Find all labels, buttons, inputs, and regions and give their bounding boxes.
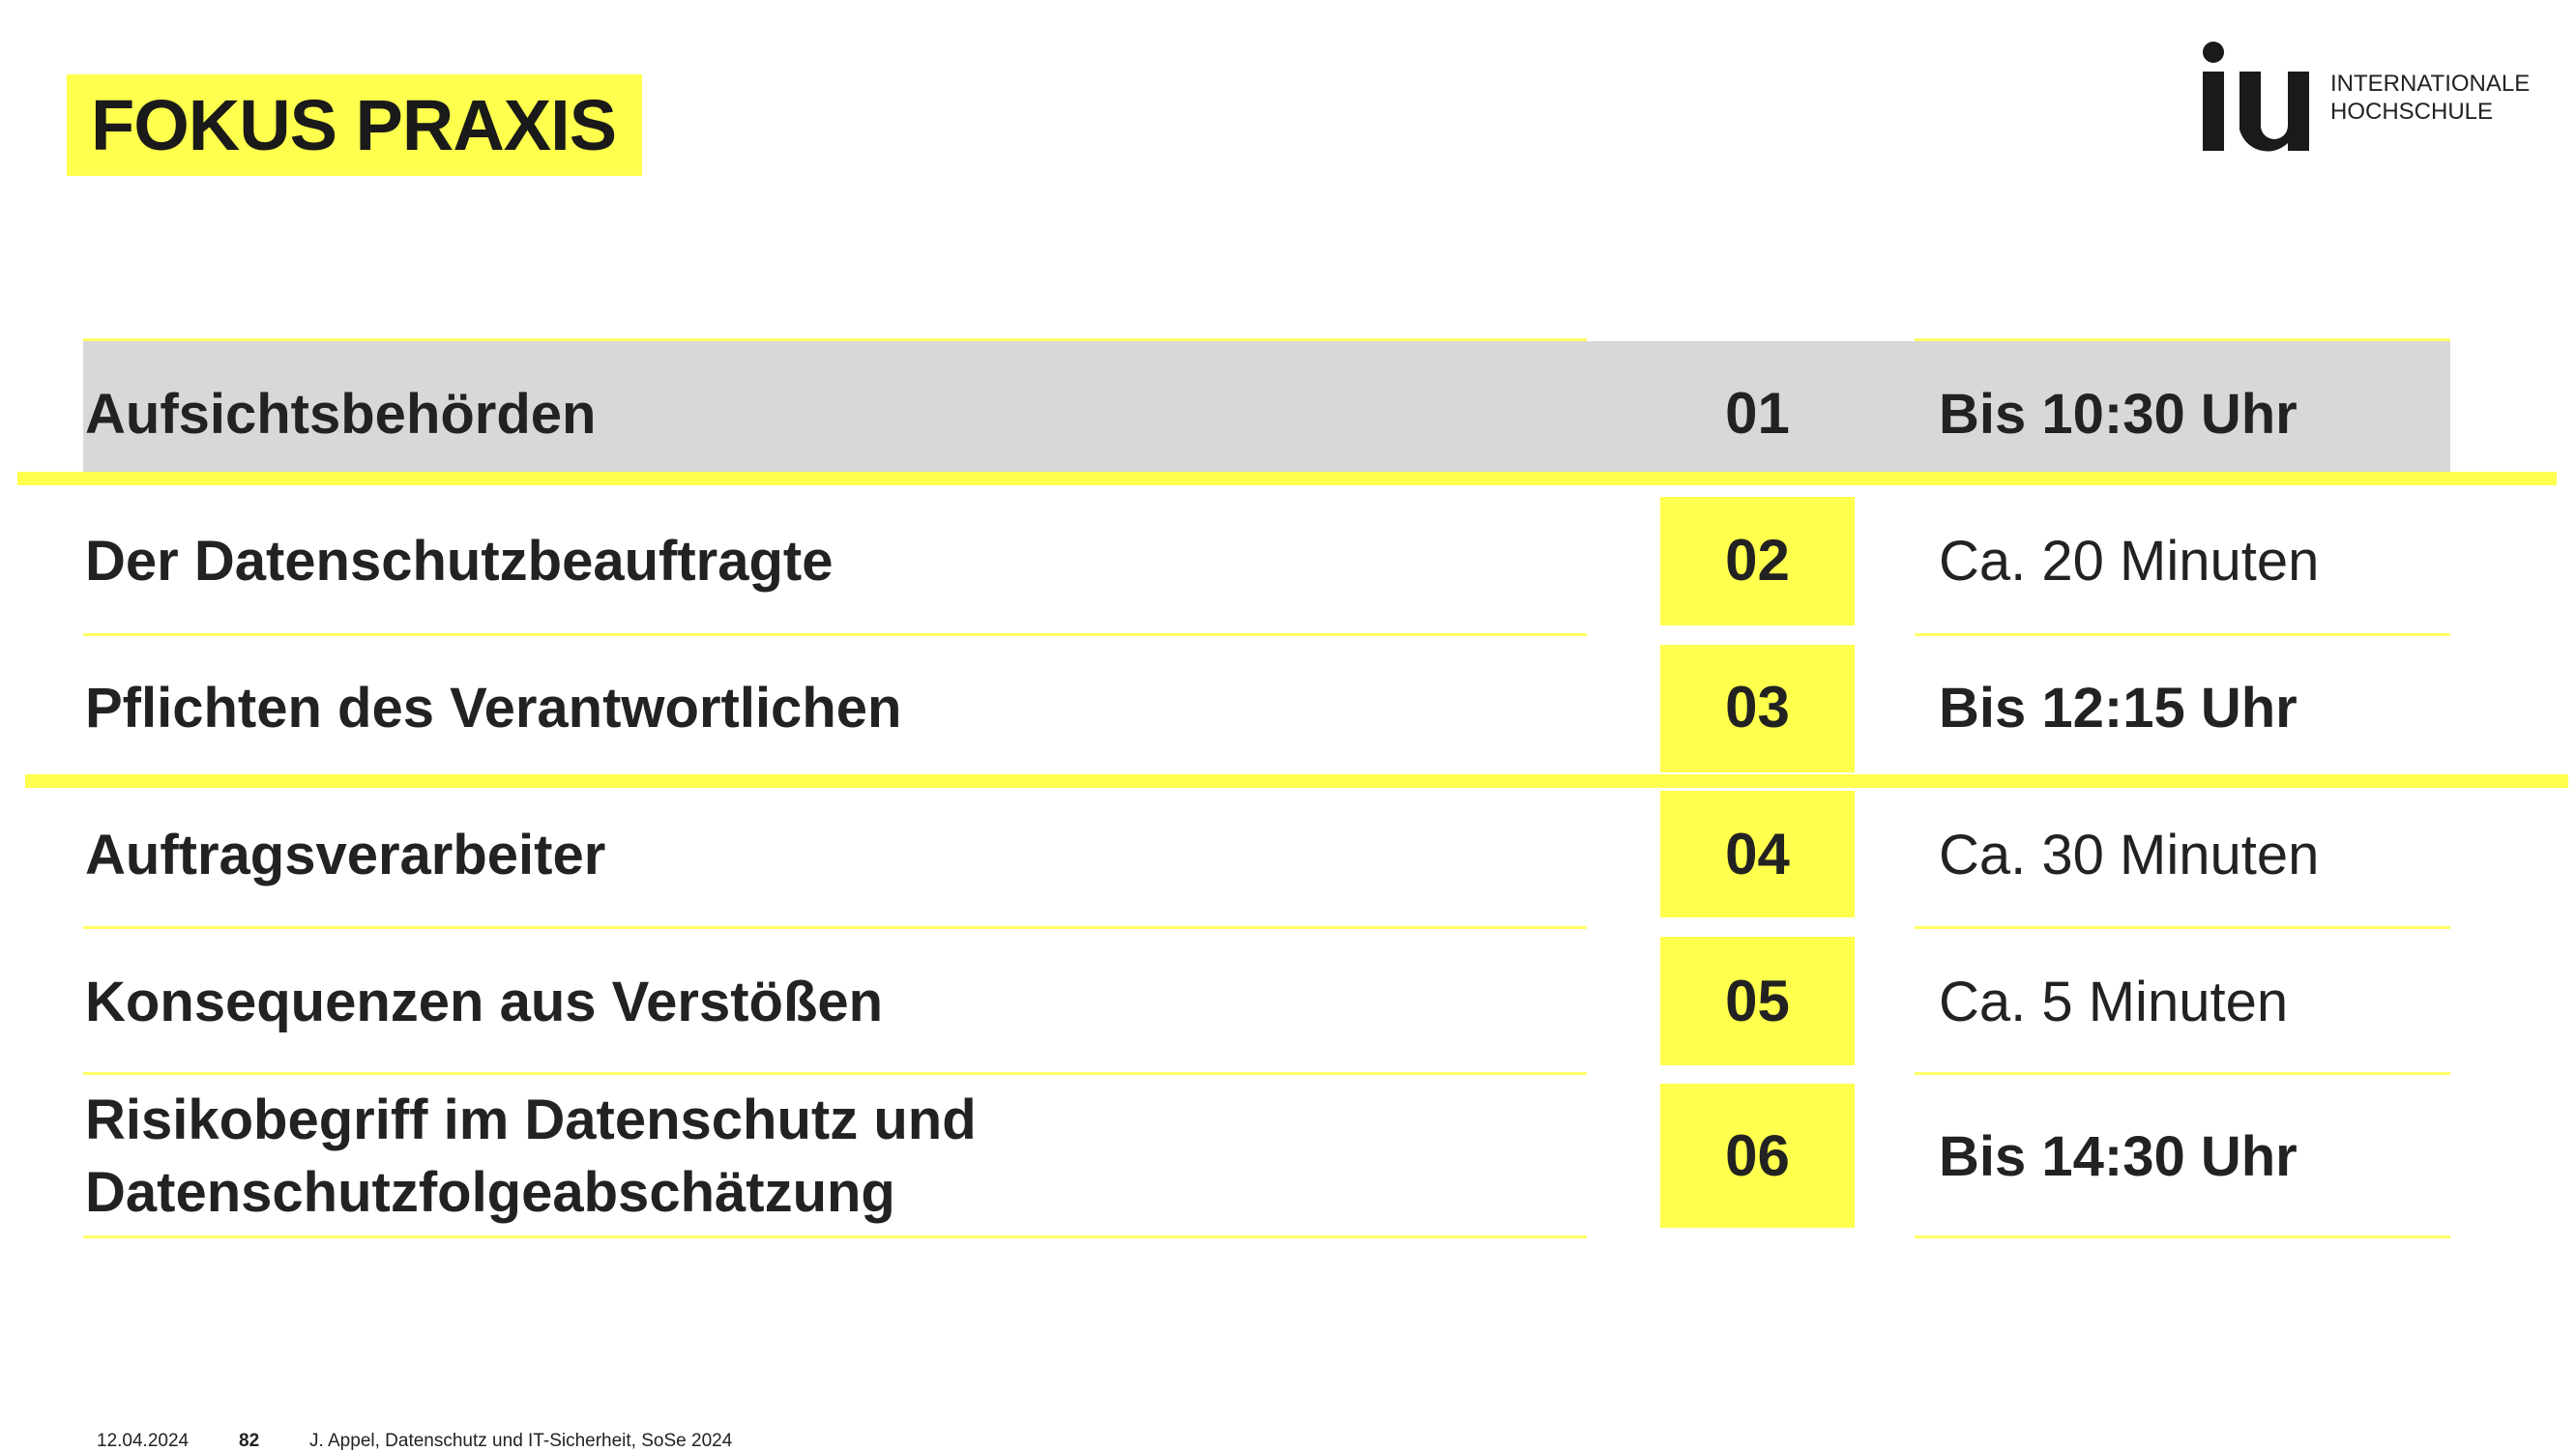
row-separator bbox=[83, 338, 1587, 341]
row-separator bbox=[1915, 633, 2450, 636]
row-separator bbox=[1915, 926, 2450, 929]
row-separator bbox=[1915, 1235, 2450, 1238]
agenda-number: 01 bbox=[1725, 381, 1790, 446]
agenda-topic: Aufsichtsbehörden bbox=[85, 383, 597, 446]
agenda-time: Ca. 20 Minuten bbox=[1939, 530, 2320, 593]
agenda-time: Ca. 5 Minuten bbox=[1939, 971, 2289, 1033]
footer-date: 12.04.2024 bbox=[97, 1431, 190, 1451]
agenda-number: 05 bbox=[1725, 969, 1790, 1033]
logo-line-2: HOCHSCHULE bbox=[2330, 99, 2494, 125]
logo-line-1: INTERNATIONALE bbox=[2330, 71, 2531, 97]
agenda-topic: Konsequenzen aus Verstößen bbox=[85, 971, 884, 1033]
section-bar-top bbox=[17, 472, 2557, 485]
footer-course-info: J. Appel, Datenschutz und IT-Sicherheit,… bbox=[309, 1431, 733, 1451]
row-separator bbox=[1915, 1072, 2450, 1075]
agenda-time: Bis 12:15 Uhr bbox=[1939, 677, 2298, 740]
agenda-time: Bis 10:30 Uhr bbox=[1939, 383, 2298, 446]
section-bar-middle bbox=[25, 774, 2568, 788]
iu-logo bbox=[2203, 42, 2309, 152]
agenda-time: Bis 14:30 Uhr bbox=[1939, 1125, 2298, 1188]
agenda-number: 04 bbox=[1725, 822, 1790, 886]
row-separator bbox=[1915, 338, 2450, 341]
logo-wordmark: INTERNATIONALE HOCHSCHULE bbox=[2330, 70, 2530, 126]
agenda-number: 02 bbox=[1725, 528, 1790, 593]
agenda-number: 03 bbox=[1725, 675, 1790, 740]
agenda-topic: Auftragsverarbeiter bbox=[85, 824, 606, 886]
agenda-topic: Risikobegriff im Datenschutz und Datensc… bbox=[85, 1089, 977, 1224]
row-separator bbox=[83, 926, 1587, 929]
page-title: FOKUS PRAXIS bbox=[91, 85, 617, 165]
row-separator bbox=[83, 1235, 1587, 1238]
row-separator bbox=[83, 1072, 1587, 1075]
agenda-number: 06 bbox=[1725, 1123, 1790, 1188]
agenda-time: Ca. 30 Minuten bbox=[1939, 824, 2320, 886]
footer-page-number: 82 bbox=[239, 1431, 260, 1451]
agenda-topic: Der Datenschutzbeauftragte bbox=[85, 530, 834, 593]
agenda-topic: Pflichten des Verantwortlichen bbox=[85, 677, 902, 740]
row-separator bbox=[83, 633, 1587, 636]
